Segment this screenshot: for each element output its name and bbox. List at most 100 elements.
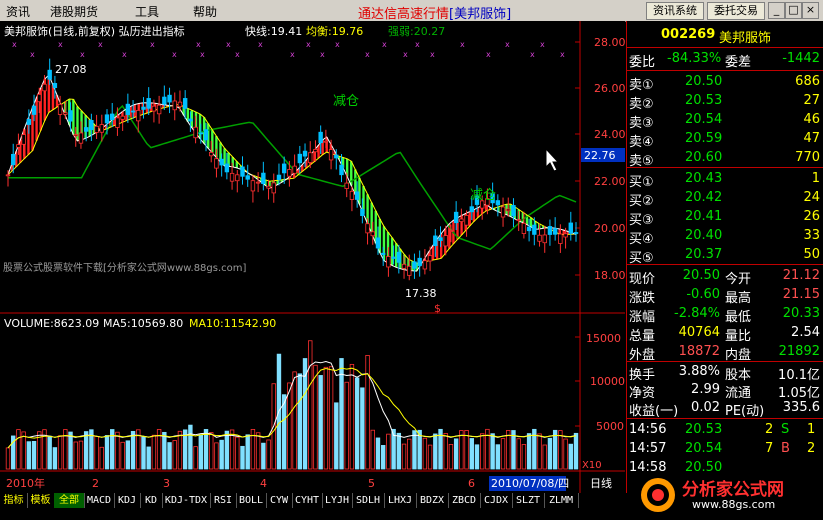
signal-marker: x: [560, 50, 565, 59]
volume-bar: [469, 438, 474, 470]
reduce-annotation-2: 减仓: [470, 188, 496, 203]
sell-level-row[interactable]: 卖① 20.50 686: [627, 73, 823, 93]
buy-level-row[interactable]: 买① 20.43 1: [627, 170, 823, 190]
volume-bar: [558, 430, 563, 470]
indicator-tab[interactable]: BDZX: [416, 493, 449, 508]
fan-logo-icon: [641, 478, 675, 512]
candle-body: [344, 182, 349, 189]
finance-value: 0.02: [691, 400, 720, 415]
candle-body: [89, 120, 94, 131]
candle-body: [68, 110, 73, 122]
tick-volume: 7: [765, 441, 774, 456]
volume-bar: [104, 435, 110, 470]
candle-body: [532, 224, 537, 235]
trade-button[interactable]: 委托交易: [707, 2, 765, 20]
volume-bar: [261, 442, 266, 470]
sell-level-row[interactable]: 卖③ 20.54 46: [627, 111, 823, 131]
signal-marker: x: [150, 40, 155, 49]
candle-body: [266, 185, 271, 189]
buy-level-row[interactable]: 买⑤ 20.37 50: [627, 246, 823, 266]
signal-marker: x: [235, 50, 240, 59]
candle-body: [120, 115, 125, 120]
indicator-tab[interactable]: KD: [140, 493, 163, 508]
menu-hk-futures[interactable]: 港股期货: [50, 3, 98, 20]
candle-body: [94, 125, 99, 133]
maximize-icon[interactable]: □: [785, 2, 802, 19]
indicator-tab[interactable]: ZBCD: [448, 493, 481, 508]
signal-marker: x: [486, 50, 491, 59]
sell-level-row[interactable]: 卖④ 20.59 47: [627, 130, 823, 150]
weicha-value: -1442: [782, 51, 820, 66]
indicator-tab[interactable]: 全部: [54, 493, 85, 508]
indicator-tab[interactable]: ZLMM: [544, 493, 579, 508]
menu-help[interactable]: 帮助: [193, 3, 217, 20]
minimize-icon[interactable]: _: [768, 2, 785, 19]
close-icon[interactable]: ×: [802, 2, 819, 19]
dollar-mark: $: [434, 302, 441, 315]
price-tick: 20.00: [594, 222, 625, 235]
indicator-tab[interactable]: 指标: [0, 493, 28, 508]
indicator-tab[interactable]: KDJ: [114, 493, 141, 508]
buy-level-row[interactable]: 买④ 20.40 33: [627, 227, 823, 247]
indicator-tab[interactable]: CJDX: [480, 493, 513, 508]
indicator-tab[interactable]: CYW: [266, 493, 293, 508]
indicator-tab[interactable]: LYJH: [322, 493, 353, 508]
tick-price: 20.54: [685, 441, 723, 456]
volume-bar: [302, 358, 308, 470]
candle-body: [99, 124, 104, 133]
candle-body: [495, 200, 501, 206]
indicator-tab[interactable]: 模板: [27, 493, 55, 508]
indicator-tab[interactable]: SLZT: [512, 493, 545, 508]
volume-bar: [203, 429, 209, 470]
candle-body: [537, 234, 542, 242]
weibi-value: -84.33%: [667, 51, 722, 66]
signal-marker: x: [226, 40, 231, 49]
candle-body: [511, 205, 516, 217]
price-tick: 22.00: [594, 175, 625, 188]
buy-level-price: 20.42: [685, 190, 723, 205]
indicator-tab[interactable]: CYHT: [292, 493, 323, 508]
candle-body: [552, 228, 558, 235]
indicator-tab[interactable]: SDLH: [352, 493, 385, 508]
period-label[interactable]: 日线: [590, 476, 612, 490]
app-title: 通达信高速行情[美邦服饰]: [358, 7, 512, 22]
indicator-tab[interactable]: KDJ-TDX: [162, 493, 211, 508]
candle-body: [521, 222, 527, 234]
candle-body: [209, 152, 214, 157]
signal-marker: x: [290, 50, 295, 59]
buy-level-price: 20.40: [685, 228, 723, 243]
volume-bar: [5, 447, 11, 470]
kline-chart[interactable]: xxxxxxxxxxxxxxxxxxxxxxxxxxxx 美邦服饰(日线,前复权…: [0, 21, 625, 493]
sell-level-label: 卖③: [629, 116, 654, 131]
vol-tick: 10000: [590, 375, 625, 388]
sell-level-price: 20.54: [685, 112, 723, 127]
reduce-annotation-1: 减仓: [333, 94, 359, 109]
stat-value: 2.54: [791, 325, 820, 340]
indicator-tab[interactable]: BOLL: [236, 493, 267, 508]
indicator-tab[interactable]: MACD: [84, 493, 115, 508]
brand-url: www.88gs.com: [692, 498, 776, 511]
strength-label: 强弱:20.27: [388, 25, 445, 38]
buy-level-volume: 33: [803, 228, 820, 243]
candle-body: [136, 110, 141, 122]
menu-news[interactable]: 资讯: [6, 3, 30, 20]
indicator-tab[interactable]: LHXJ: [384, 493, 417, 508]
buy-level-row[interactable]: 买② 20.42 24: [627, 189, 823, 209]
candle-body: [63, 112, 68, 115]
sell-level-label: 卖②: [629, 97, 654, 112]
sell-level-row[interactable]: 卖⑤ 20.60 770: [627, 149, 823, 169]
buy-level-row[interactable]: 买③ 20.41 26: [627, 208, 823, 228]
indicator-tab[interactable]: RSI: [210, 493, 237, 508]
sell-level-row[interactable]: 卖② 20.53 27: [627, 92, 823, 112]
stat-label: 涨跌: [629, 291, 656, 306]
signal-marker: x: [200, 50, 205, 59]
news-system-button[interactable]: 资讯系统: [646, 2, 704, 20]
menu-tools[interactable]: 工具: [135, 3, 159, 20]
volume-bar: [16, 429, 21, 470]
volume-bar: [287, 382, 292, 470]
candle-body: [547, 226, 553, 235]
price-tick: 28.00: [594, 36, 625, 49]
stock-code: 002269: [661, 27, 716, 42]
candle-body: [297, 153, 303, 164]
volume-bar: [47, 435, 52, 470]
